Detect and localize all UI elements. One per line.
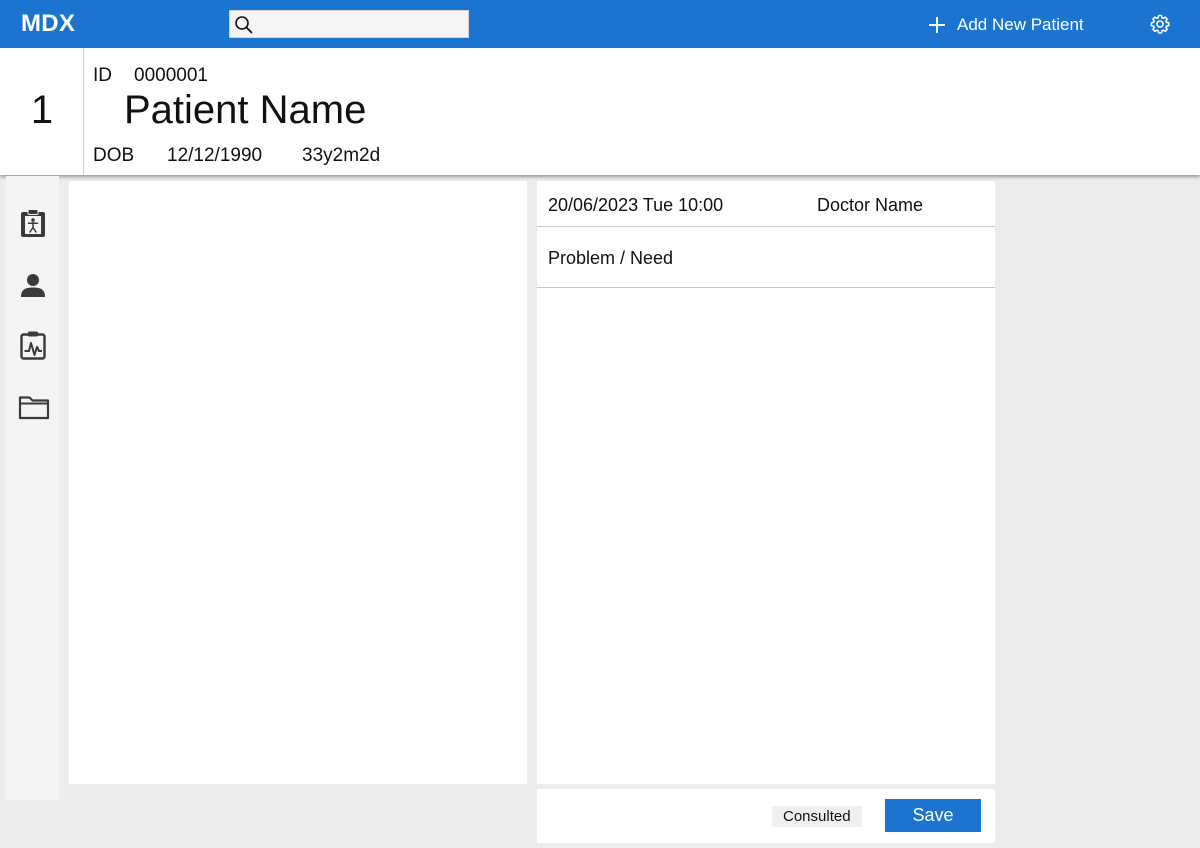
search-icon	[235, 16, 253, 34]
consulted-button[interactable]: Consulted	[772, 806, 862, 827]
sidebar-item-patient-chart[interactable]	[18, 208, 48, 238]
patient-number: 1	[30, 88, 54, 132]
consultation-panel: 20/06/2023 Tue 10:00 Doctor Name Problem…	[537, 181, 995, 784]
patient-name: Patient Name	[124, 88, 367, 132]
settings-button[interactable]	[1149, 13, 1171, 40]
patient-id-label: ID	[93, 65, 112, 86]
clipboard-person-icon	[21, 209, 45, 237]
patient-dob-label: DOB	[93, 145, 135, 166]
sidebar-item-vitals[interactable]	[18, 330, 48, 360]
patient-age: 33y2m2d	[302, 145, 381, 166]
problem-need-label[interactable]: Problem / Need	[548, 248, 673, 269]
search-box[interactable]	[229, 10, 469, 38]
patient-number-box: 1	[0, 48, 84, 175]
top-bar: MDX Add New Patient	[0, 0, 1200, 48]
add-new-patient-button[interactable]: Add New Patient	[927, 12, 1084, 38]
plus-icon	[929, 17, 945, 33]
consultation-doctor: Doctor Name	[817, 195, 924, 215]
save-button[interactable]: Save	[885, 799, 981, 832]
add-new-patient-label: Add New Patient	[957, 15, 1084, 34]
person-icon	[21, 274, 45, 297]
consultation-datetime: 20/06/2023 Tue 10:00	[548, 195, 724, 215]
patient-id: 0000001	[134, 65, 208, 86]
sidebar	[6, 176, 59, 800]
folder-icon	[18, 396, 50, 420]
clipboard-pulse-icon	[20, 331, 46, 360]
app-logo[interactable]: MDX	[21, 10, 75, 38]
divider	[537, 226, 995, 227]
gear-icon	[1150, 14, 1170, 34]
search-input[interactable]	[256, 13, 464, 35]
sidebar-item-profile[interactable]	[18, 270, 48, 300]
patient-header: 1 ID 0000001 Patient Name DOB 12/12/1990…	[0, 48, 1200, 175]
patient-dob: 12/12/1990	[167, 145, 263, 166]
consultation-footer: Consulted Save	[537, 789, 995, 843]
left-panel	[69, 181, 527, 784]
divider	[537, 287, 995, 288]
sidebar-item-files[interactable]	[18, 391, 50, 421]
